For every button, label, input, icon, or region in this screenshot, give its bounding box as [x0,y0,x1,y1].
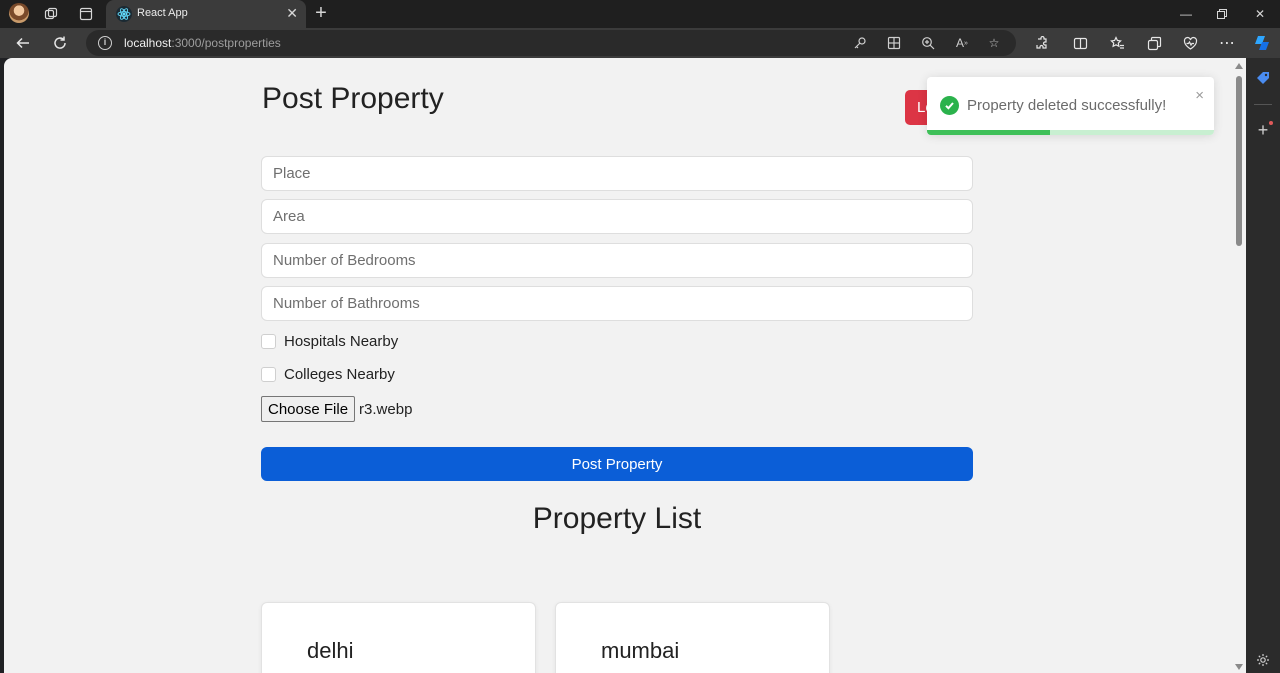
toast-progress-track [927,130,1214,135]
property-card: delhi [261,602,536,673]
shopping-tag-icon[interactable] [1253,68,1273,88]
sidebar-settings-icon[interactable] [1253,650,1273,670]
sidebar-divider [1254,104,1272,105]
new-tab-icon[interactable]: + [311,3,331,23]
close-toast-icon[interactable]: × [1195,87,1204,104]
success-check-icon [940,96,959,115]
close-window-icon[interactable]: ✕ [1240,0,1280,28]
favorites-icon[interactable] [1106,32,1128,54]
page-title: Post Property [262,82,444,115]
scroll-up-icon[interactable] [1235,63,1243,69]
browser-titlebar: React App ✕ + — ✕ [0,0,1280,28]
url-text[interactable]: localhost:3000/postproperties [124,36,281,50]
react-icon [116,6,132,22]
minimize-icon[interactable]: — [1166,0,1206,28]
choose-file-button[interactable]: Choose File [261,396,356,422]
colleges-nearby-checkbox[interactable] [261,366,276,382]
property-place: mumbai [601,638,680,663]
hospitals-nearby-checkbox[interactable] [261,333,276,349]
collections-icon[interactable] [1143,32,1165,54]
close-tab-icon[interactable]: ✕ [286,5,298,22]
property-list-title: Property List [532,502,702,535]
address-bar[interactable]: i localhost:3000/postproperties A» ☆ [86,30,1016,56]
toast-progress-bar [927,130,1051,135]
bedrooms-input[interactable] [261,243,973,278]
scroll-down-icon[interactable] [1235,664,1243,670]
hospitals-nearby-row[interactable]: Hospitals Nearby [261,332,398,350]
site-info-icon[interactable]: i [98,36,112,50]
tab-react-app[interactable]: React App ✕ [106,0,306,28]
place-input[interactable] [261,156,973,191]
page-viewport: Post Property Logout Hospitals Nearby Co… [4,58,1246,673]
extensions-icon[interactable] [1030,32,1052,54]
colleges-nearby-label: Colleges Nearby [284,365,395,383]
refresh-icon[interactable] [49,32,71,54]
zoom-icon[interactable] [920,35,936,51]
profile-avatar[interactable] [9,3,29,23]
toast-notification[interactable]: Property deleted successfully! × [927,77,1214,135]
url-host: localhost [124,36,172,50]
maximize-icon[interactable] [1202,0,1242,28]
selected-file-name: r3.webp [359,400,413,418]
property-card: mumbai [555,602,830,673]
file-upload: Choose File r3.webp [261,396,412,422]
add-sidebar-app-icon[interactable]: + [1253,120,1273,140]
area-input[interactable] [261,199,973,234]
favorite-star-icon[interactable]: ☆ [986,35,1002,51]
hospitals-nearby-label: Hospitals Nearby [284,332,399,350]
url-path: :3000/postproperties [171,36,281,50]
toast-message: Property deleted successfully! [967,97,1167,114]
browser-essentials-icon[interactable] [1179,32,1201,54]
tab-actions-icon[interactable] [76,4,96,24]
app-available-icon[interactable] [886,35,902,51]
colleges-nearby-row[interactable]: Colleges Nearby [261,365,395,383]
post-property-button[interactable]: Post Property [261,447,973,481]
more-options-icon[interactable]: ⋯ [1216,32,1238,54]
copilot-icon[interactable] [1251,32,1273,54]
scroll-thumb[interactable] [1236,76,1242,246]
workspaces-icon[interactable] [41,4,61,24]
bathrooms-input[interactable] [261,286,973,321]
read-aloud-icon[interactable]: A» [954,35,970,51]
back-icon[interactable] [12,32,34,54]
browser-toolbar: i localhost:3000/postproperties A» ☆ ⋯ [0,28,1280,58]
key-icon[interactable] [852,35,868,51]
page-scrollbar[interactable] [1232,58,1246,673]
property-place: delhi [307,638,354,663]
split-screen-icon[interactable] [1069,32,1091,54]
notification-dot-icon [1269,121,1273,125]
tab-title: React App [137,7,188,19]
edge-sidebar: + [1246,58,1280,673]
